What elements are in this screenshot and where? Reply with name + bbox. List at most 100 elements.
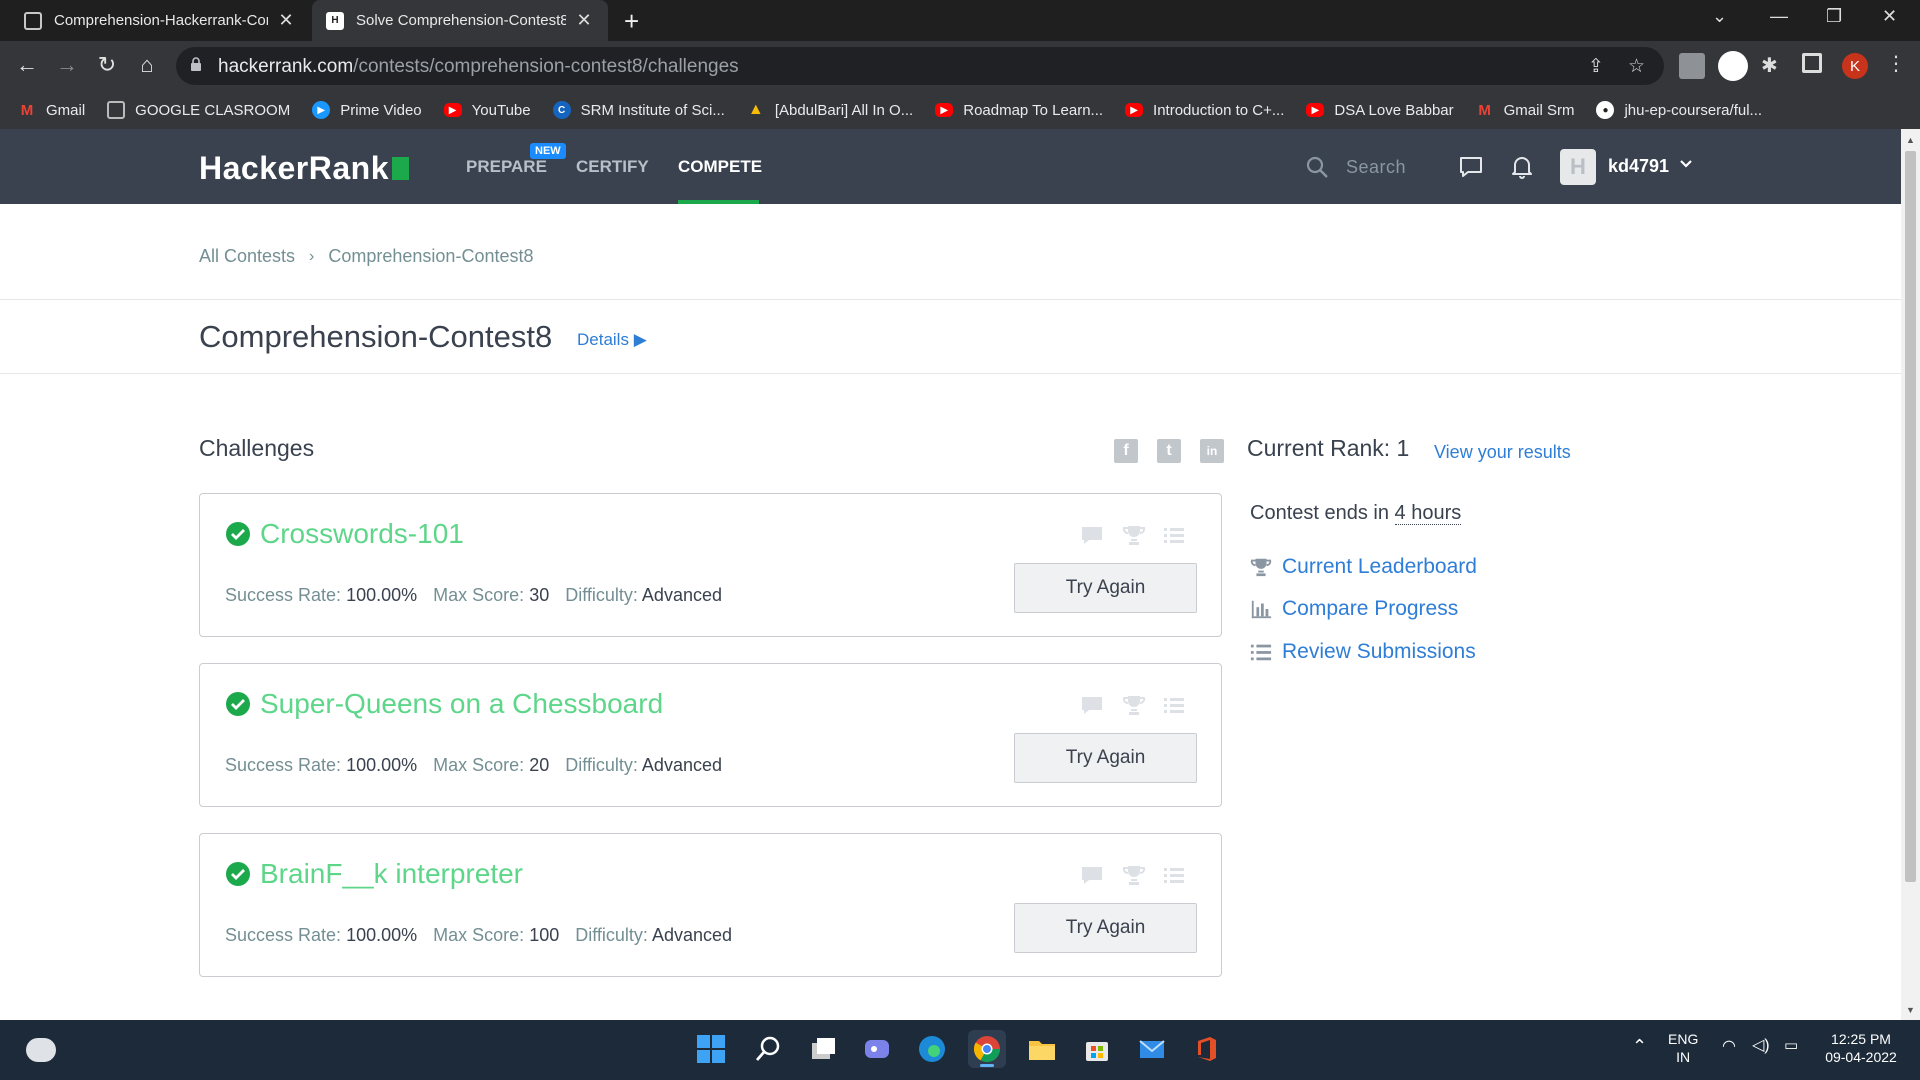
office-icon[interactable]: [1188, 1030, 1226, 1068]
bookmark-prime-video[interactable]: ▶ Prime Video: [312, 101, 422, 119]
facebook-icon[interactable]: f: [1114, 439, 1138, 463]
challenge-name[interactable]: BrainF__k interpreter: [260, 858, 523, 890]
bookmark-abdulbari[interactable]: ▲ [AbdulBari] All In O...: [747, 101, 913, 119]
nav-certify[interactable]: CERTIFY: [576, 157, 649, 177]
minimize-button[interactable]: —: [1770, 6, 1788, 27]
browser-tab-2[interactable]: H Solve Comprehension-Contest8 ( ✕: [312, 0, 608, 41]
address-bar[interactable]: hackerrank.com/contests/comprehension-co…: [176, 47, 1664, 85]
teams-chat-icon[interactable]: [858, 1030, 896, 1068]
profile-avatar[interactable]: K: [1842, 53, 1868, 79]
view-results-link[interactable]: View your results: [1434, 442, 1571, 463]
battery-icon[interactable]: ▭: [1784, 1036, 1798, 1054]
bookmark-gmail-srm[interactable]: M Gmail Srm: [1476, 101, 1574, 119]
microsoft-store-icon[interactable]: [1078, 1030, 1116, 1068]
close-icon[interactable]: ✕: [276, 10, 296, 31]
current-leaderboard-link[interactable]: Current Leaderboard: [1250, 555, 1477, 579]
trophy-icon[interactable]: [1122, 693, 1146, 717]
wifi-icon[interactable]: ◠: [1722, 1036, 1736, 1056]
challenge-name[interactable]: Crosswords-101: [260, 518, 464, 550]
linkedin-icon[interactable]: in: [1200, 439, 1224, 463]
checkmark-circle-icon: [226, 522, 250, 546]
weather-icon[interactable]: [26, 1038, 56, 1062]
volume-icon[interactable]: ◁): [1752, 1035, 1770, 1055]
discussion-icon[interactable]: [1080, 693, 1104, 717]
chevron-up-icon[interactable]: ⌃: [1632, 1036, 1647, 1057]
trophy-icon[interactable]: [1122, 523, 1146, 547]
bookmark-roadmap[interactable]: ▶ Roadmap To Learn...: [935, 102, 1103, 119]
home-button[interactable]: ⌂: [133, 52, 161, 78]
page-scrollbar[interactable]: ▲ ▼: [1901, 129, 1920, 1020]
breadcrumb-current[interactable]: Comprehension-Contest8: [328, 246, 533, 267]
restore-button[interactable]: ❐: [1826, 6, 1842, 27]
scroll-down-icon[interactable]: ▼: [1906, 1005, 1915, 1015]
star-icon[interactable]: ☆: [1628, 55, 1645, 78]
checkmark-circle-icon: [226, 862, 250, 886]
list-icon[interactable]: [1162, 863, 1186, 887]
bookmark-classroom[interactable]: GOOGLE CLASROOM: [107, 101, 290, 119]
user-avatar[interactable]: H: [1560, 149, 1596, 185]
bookmark-srm[interactable]: C SRM Institute of Sci...: [552, 101, 725, 119]
bookmark-gmail[interactable]: M Gmail: [18, 101, 85, 119]
share-icon[interactable]: ⇪: [1588, 55, 1604, 78]
username[interactable]: kd4791: [1608, 156, 1669, 177]
search-icon[interactable]: [1305, 155, 1329, 179]
try-again-button[interactable]: Try Again: [1014, 563, 1197, 613]
twitter-icon[interactable]: t: [1157, 439, 1181, 463]
scroll-up-icon[interactable]: ▲: [1906, 135, 1915, 145]
messages-icon[interactable]: [1458, 154, 1484, 180]
breadcrumb-all-contests[interactable]: All Contests: [199, 246, 295, 267]
extension-icon[interactable]: [1679, 53, 1705, 79]
windows-start-icon[interactable]: [692, 1030, 730, 1068]
search-icon[interactable]: [749, 1030, 787, 1068]
list-icon: [1250, 644, 1272, 661]
hackerrank-icon: H: [326, 11, 344, 30]
discussion-icon[interactable]: [1080, 523, 1104, 547]
forward-button[interactable]: →: [53, 52, 81, 78]
language-indicator[interactable]: ENG IN: [1668, 1030, 1698, 1066]
url-text: hackerrank.com/contests/comprehension-co…: [218, 56, 739, 77]
nav-prepare[interactable]: PREPARE: [466, 157, 547, 177]
success-rate: 100.00%: [346, 755, 418, 775]
difficulty: Advanced: [641, 585, 722, 605]
back-button[interactable]: ←: [13, 52, 41, 78]
side-panel-icon[interactable]: [1802, 53, 1822, 73]
nav-compete[interactable]: COMPETE: [678, 157, 762, 177]
tab-search-icon[interactable]: ⌄: [1712, 6, 1727, 27]
chrome-icon[interactable]: [968, 1030, 1006, 1068]
new-tab-button[interactable]: +: [624, 6, 639, 37]
try-again-button[interactable]: Try Again: [1014, 903, 1197, 953]
edge-icon[interactable]: [913, 1030, 951, 1068]
try-again-button[interactable]: Try Again: [1014, 733, 1197, 783]
close-icon[interactable]: ✕: [574, 10, 594, 31]
bookmark-youtube[interactable]: ▶ YouTube: [443, 102, 531, 119]
hackerrank-logo[interactable]: HackerRank: [199, 150, 409, 187]
mail-icon[interactable]: [1133, 1030, 1171, 1068]
browser-toolbar: ← → ↻ ⌂ hackerrank.com/contests/comprehe…: [0, 41, 1920, 91]
window-close-button[interactable]: ✕: [1882, 6, 1897, 27]
details-link[interactable]: Details ▶: [577, 330, 647, 350]
challenge-name[interactable]: Super-Queens on a Chessboard: [260, 688, 663, 720]
scrollbar-thumb[interactable]: [1905, 151, 1916, 882]
task-view-icon[interactable]: [804, 1030, 842, 1068]
notification-bell-icon[interactable]: [1509, 154, 1535, 180]
review-submissions-link[interactable]: Review Submissions: [1250, 640, 1476, 664]
clock[interactable]: 12:25 PM 09-04-2022: [1818, 1030, 1904, 1066]
reader-extension-icon[interactable]: [1718, 51, 1748, 81]
trophy-icon[interactable]: [1122, 863, 1146, 887]
bookmark-github[interactable]: ● jhu-ep-coursera/ful...: [1596, 101, 1762, 119]
bookmark-dsa[interactable]: ▶ DSA Love Babbar: [1306, 102, 1454, 119]
bookmark-intro-cpp[interactable]: ▶ Introduction to C+...: [1125, 102, 1284, 119]
discussion-icon[interactable]: [1080, 863, 1104, 887]
browser-tab-1[interactable]: Comprehension-Hackerrank-Con ✕: [10, 0, 310, 41]
new-badge: NEW: [530, 143, 566, 159]
puzzle-icon[interactable]: ✱: [1761, 53, 1787, 79]
menu-icon[interactable]: ⋮: [1886, 51, 1906, 76]
reload-button[interactable]: ↻: [93, 52, 121, 78]
list-icon[interactable]: [1162, 693, 1186, 717]
list-icon[interactable]: [1162, 523, 1186, 547]
chevron-down-icon[interactable]: [1678, 156, 1694, 172]
compare-progress-link[interactable]: Compare Progress: [1250, 597, 1458, 621]
srm-icon: C: [552, 101, 571, 119]
search-input[interactable]: Search: [1346, 157, 1406, 178]
file-explorer-icon[interactable]: [1023, 1030, 1061, 1068]
